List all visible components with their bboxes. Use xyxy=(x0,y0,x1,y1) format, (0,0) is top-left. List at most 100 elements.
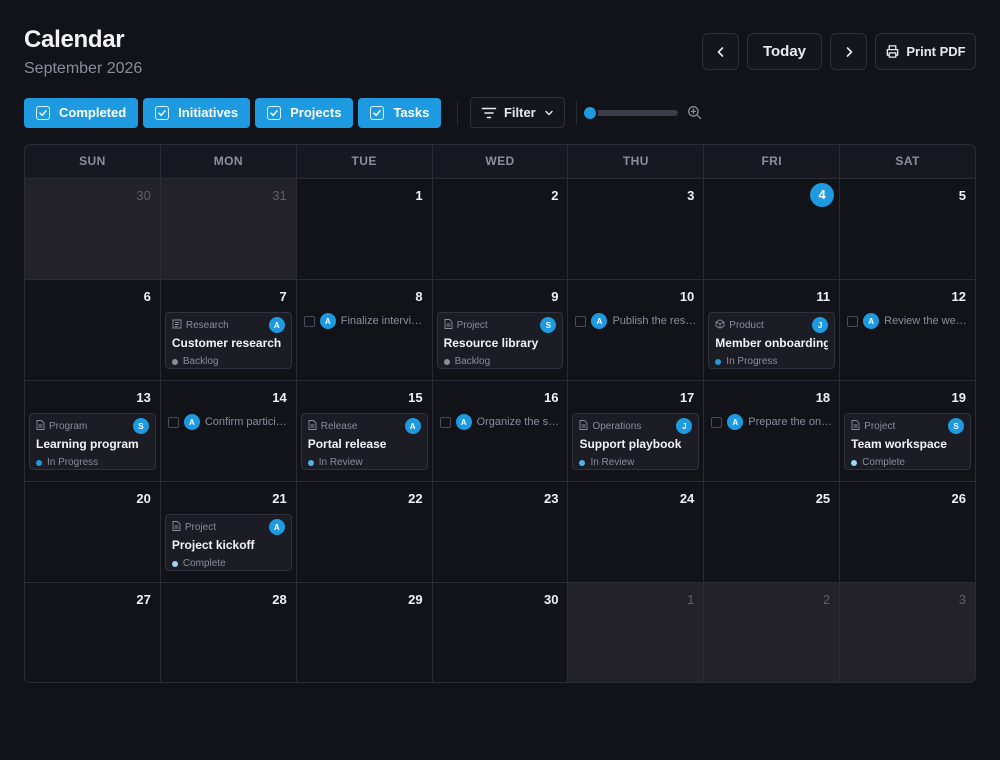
day-cell[interactable]: 11 Product Member onboarding In Progress J xyxy=(704,280,841,380)
task-checkbox[interactable] xyxy=(847,315,859,327)
previous-month-button[interactable] xyxy=(702,33,739,70)
day-cell[interactable]: 12 A Review the welcome email xyxy=(840,280,975,380)
day-cell[interactable]: 22 xyxy=(296,482,433,582)
event-type-label: Program xyxy=(49,421,88,432)
day-cell[interactable]: 1 xyxy=(568,583,705,682)
page-title: Calendar xyxy=(24,26,125,53)
event-card[interactable]: Operations Support playbook In Review J xyxy=(572,413,700,470)
task-title: Finalize interview notes xyxy=(340,315,426,327)
task-item[interactable]: A Prepare the onboarding deck xyxy=(711,414,833,430)
weekday-mon: MON xyxy=(161,145,297,178)
day-cell[interactable]: 1 xyxy=(296,179,433,279)
weekday-header: SUN MON TUE WED THU FRI SAT xyxy=(25,145,975,179)
today-date-badge: 4 xyxy=(810,183,835,207)
event-type: Research xyxy=(172,319,285,332)
assignee-avatar: A xyxy=(727,414,744,430)
day-cell[interactable]: 8 A Finalize interview notes xyxy=(296,280,433,380)
event-card[interactable]: Project Project kickoff Complete A xyxy=(164,514,292,571)
status-label: In Review xyxy=(590,457,635,468)
day-cell[interactable]: 6 xyxy=(25,280,161,380)
document-icon xyxy=(308,420,317,433)
event-card[interactable]: Release Portal release In Review A xyxy=(300,413,428,470)
filter-chip-projects[interactable]: Projects xyxy=(255,97,354,128)
page-header: Calendar September 2026 xyxy=(24,26,142,78)
event-card[interactable]: Project Resource library Backlog S xyxy=(436,312,564,369)
task-item[interactable]: A Organize the shared drive xyxy=(439,414,561,430)
day-cell[interactable]: 24 xyxy=(568,482,705,582)
day-cell[interactable]: 23 xyxy=(432,482,569,582)
day-cell[interactable]: 27 xyxy=(25,583,161,682)
day-cell[interactable]: 2 xyxy=(704,583,841,682)
day-cell[interactable]: 29 xyxy=(296,583,433,682)
day-cell[interactable]: 30 xyxy=(25,179,161,279)
event-title: Resource library xyxy=(443,336,539,350)
zoom-slider[interactable] xyxy=(582,104,679,121)
day-number: 16 xyxy=(543,390,559,405)
weekday-wed: WED xyxy=(433,145,569,178)
day-number: 10 xyxy=(679,289,695,304)
task-checkbox[interactable] xyxy=(711,416,723,428)
day-cell[interactable]: 4 xyxy=(704,179,841,279)
filter-chip-initiatives[interactable]: Initiatives xyxy=(143,97,251,128)
day-cell[interactable]: 16 A Organize the shared drive xyxy=(432,381,569,481)
day-cell[interactable]: 13 Program Learning program In Progress S xyxy=(25,381,161,481)
task-item[interactable]: A Finalize interview notes xyxy=(303,313,426,329)
filter-dropdown[interactable]: Filter xyxy=(470,97,566,128)
day-cell[interactable]: 7 Research Customer research Backlog A xyxy=(160,280,297,380)
day-cell[interactable]: 28 xyxy=(160,583,297,682)
day-cell[interactable]: 15 Release Portal release In Review A xyxy=(296,381,433,481)
weekday-sun: SUN xyxy=(25,145,161,178)
day-number: 31 xyxy=(272,188,287,203)
filter-chip-completed[interactable]: Completed xyxy=(24,97,139,128)
filter-chip-tasks[interactable]: Tasks xyxy=(358,97,442,128)
status-label: Complete xyxy=(182,558,226,569)
day-cell[interactable]: 25 xyxy=(704,482,841,582)
task-checkbox[interactable] xyxy=(167,416,179,428)
day-number: 19 xyxy=(951,390,967,405)
status-dot xyxy=(851,459,858,466)
day-cell[interactable]: 21 Project Project kickoff Complete A xyxy=(160,482,297,582)
event-card[interactable]: Project Team workspace Complete S xyxy=(844,413,972,470)
today-button[interactable]: Today xyxy=(747,33,822,70)
status-dot xyxy=(36,459,42,466)
day-number: 17 xyxy=(679,390,695,405)
event-card[interactable]: Research Customer research Backlog A xyxy=(164,312,292,369)
day-cell[interactable]: 19 Project Team workspace Complete S xyxy=(840,381,975,481)
week-row: 30 31 1 2 3 4 5 xyxy=(25,179,975,280)
task-checkbox[interactable] xyxy=(575,315,587,327)
status-dot xyxy=(171,358,178,365)
day-cell[interactable]: 3 xyxy=(568,179,705,279)
day-cell[interactable]: 3 xyxy=(840,583,975,682)
task-item[interactable]: A Review the welcome email xyxy=(847,313,969,329)
day-cell[interactable]: 2 xyxy=(432,179,569,279)
task-checkbox[interactable] xyxy=(303,315,315,327)
day-cell[interactable]: 31 xyxy=(160,179,297,279)
day-cell[interactable]: 26 xyxy=(840,482,975,582)
next-month-button[interactable] xyxy=(830,33,867,70)
toolbar: Completed Initiatives Projects Tasks Filter xyxy=(24,97,702,128)
day-number: 15 xyxy=(408,390,423,405)
event-type: Release xyxy=(308,420,421,433)
week-row: 20 21 Project Project kickoff Complete A 22 23 2… xyxy=(25,482,975,583)
event-title: Support playbook xyxy=(579,437,682,451)
day-number: 5 xyxy=(958,188,967,203)
zoom-in-icon[interactable] xyxy=(687,105,702,120)
event-card[interactable]: Product Member onboarding In Progress J xyxy=(708,312,836,369)
day-cell[interactable]: 14 A Confirm participants xyxy=(160,381,297,481)
day-cell[interactable]: 20 xyxy=(25,482,161,582)
task-item[interactable]: A Publish the resource list xyxy=(575,313,697,329)
day-cell[interactable]: 10 A Publish the resource list xyxy=(568,280,705,380)
task-checkbox[interactable] xyxy=(439,416,451,428)
day-cell[interactable]: 17 Operations Support playbook In Review J xyxy=(568,381,705,481)
day-cell[interactable]: 9 Project Resource library Backlog S xyxy=(432,280,569,380)
day-cell[interactable]: 30 xyxy=(432,583,569,682)
day-cell[interactable]: 5 xyxy=(840,179,975,279)
event-title: Team workspace xyxy=(851,437,947,451)
task-item[interactable]: A Confirm participants xyxy=(167,414,290,430)
print-pdf-button[interactable]: Print PDF xyxy=(875,33,976,70)
zoom-slider-thumb[interactable] xyxy=(582,104,599,121)
week-row: 13 Program Learning program In Progress S 14 A… xyxy=(25,381,975,482)
event-card[interactable]: Program Learning program In Progress S xyxy=(29,413,156,470)
month-grid: SUN MON TUE WED THU FRI SAT 30 31 1 2 3 4 5 6 7 Researc… xyxy=(24,144,976,683)
day-cell[interactable]: 18 A Prepare the onboarding deck xyxy=(704,381,841,481)
